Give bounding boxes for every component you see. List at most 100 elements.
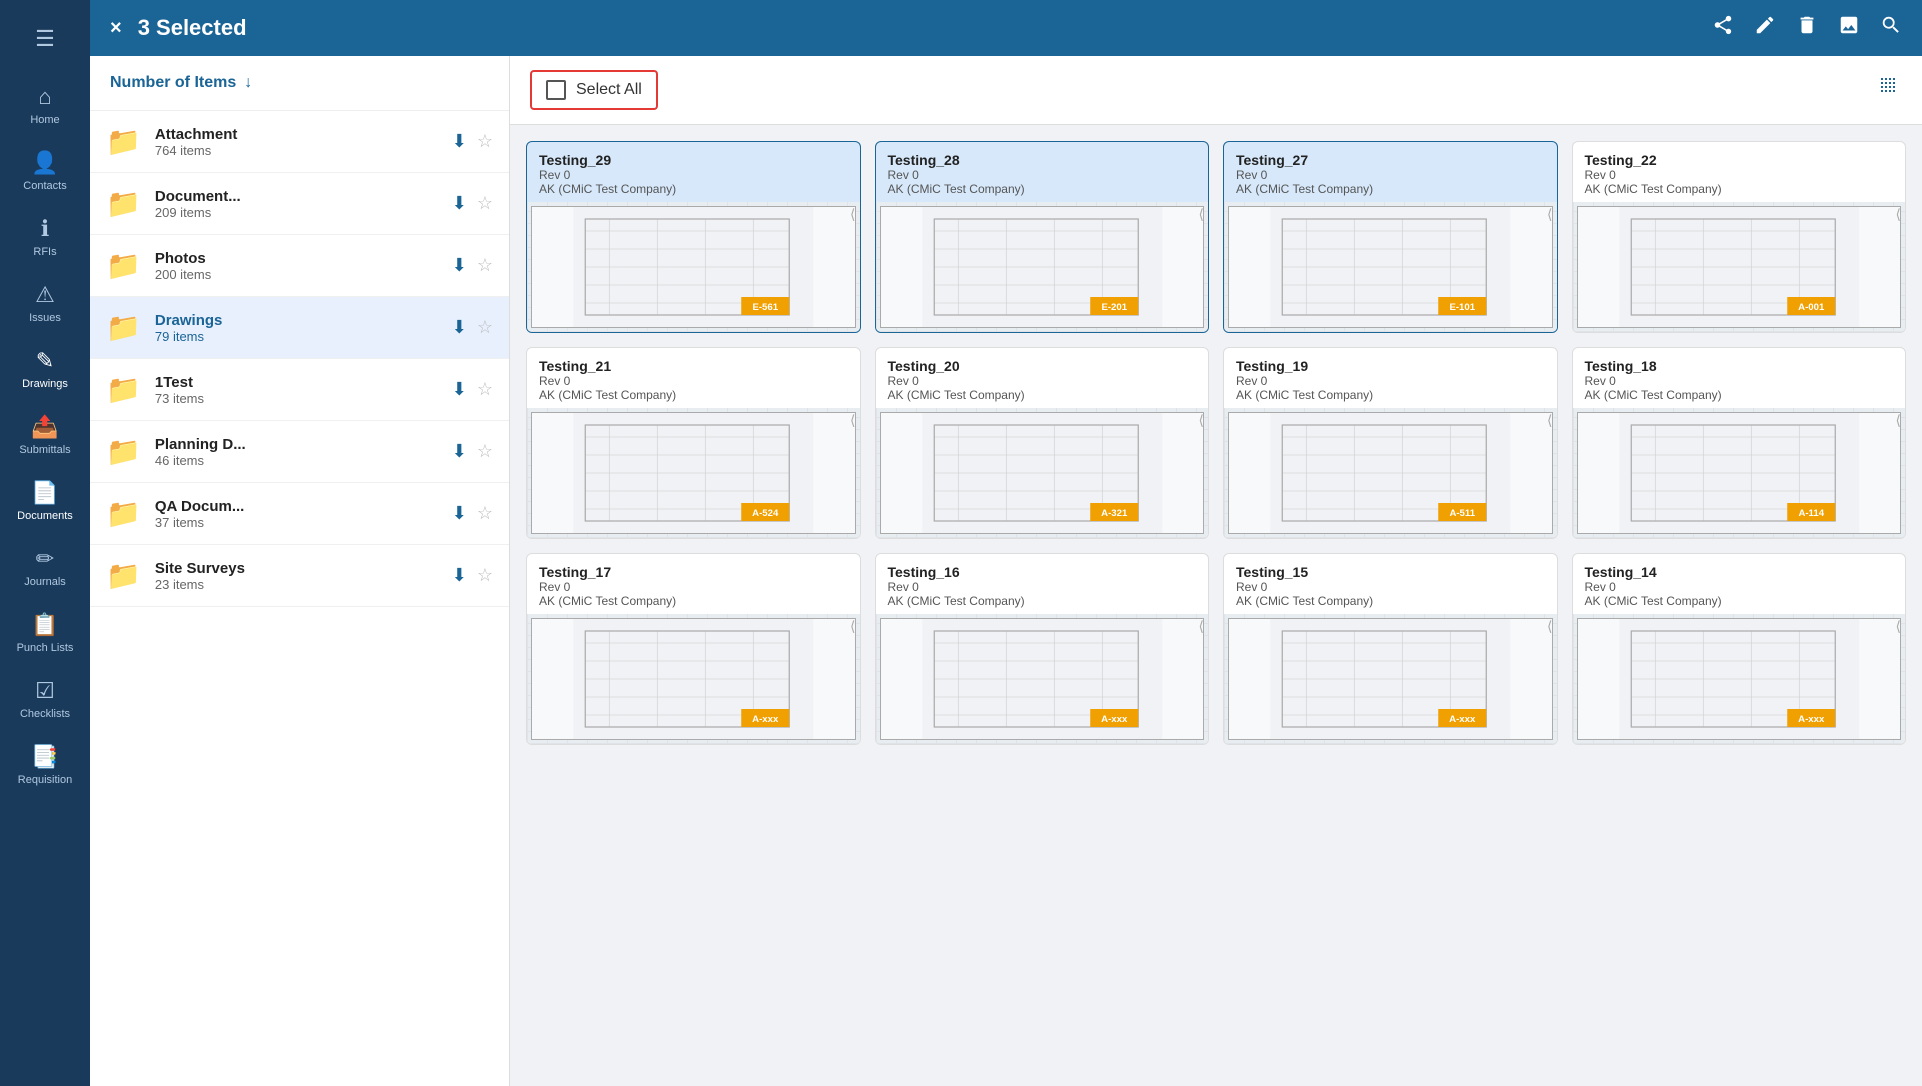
select-all-checkbox[interactable]	[546, 80, 566, 100]
card-t17[interactable]: Testing_17 Rev 0 AK (CMiC Test Company)	[526, 553, 861, 745]
star-icon[interactable]: ☆	[477, 565, 493, 586]
card-t21[interactable]: Testing_21 Rev 0 AK (CMiC Test Company)	[526, 347, 861, 539]
item-actions: ⬇ ☆	[452, 317, 493, 338]
thumb-content: A-xxx	[531, 618, 856, 740]
card-thumbnail: A-xxx ⟨	[527, 614, 860, 744]
card-t28[interactable]: Testing_28 Rev 0 AK (CMiC Test Company)	[875, 141, 1210, 333]
grid-view-icon[interactable]	[1878, 75, 1902, 105]
nav-item-submittals[interactable]: 📤 Submittals	[0, 402, 90, 468]
sidebar: Number of Items ↓ 📁 Attachment 764 items…	[90, 56, 510, 1086]
nav-item-home[interactable]: ⌂ Home	[0, 72, 90, 138]
thumb-inner: A-001 ⟨	[1573, 202, 1906, 332]
card-company: AK (CMiC Test Company)	[1585, 388, 1894, 402]
thumb-content: A-321	[880, 412, 1205, 534]
sidebar-item-sitesurveys[interactable]: 📁 Site Surveys 23 items ⬇ ☆	[90, 545, 509, 607]
image-icon[interactable]	[1838, 14, 1860, 42]
star-icon[interactable]: ☆	[477, 255, 493, 276]
folder-icon: 📁	[106, 435, 141, 468]
card-title: Testing_18	[1585, 358, 1894, 374]
card-t29[interactable]: Testing_29 Rev 0 AK (CMiC Test Company)	[526, 141, 861, 333]
card-thumbnail: E-201 ⟨	[876, 202, 1209, 332]
download-icon[interactable]: ⬇	[452, 317, 467, 338]
drawings-icon: ✎	[36, 348, 54, 374]
nav-item-checklists[interactable]: ☑ Checklists	[0, 666, 90, 732]
select-all-button[interactable]: Select All	[530, 70, 658, 110]
star-icon[interactable]: ☆	[477, 441, 493, 462]
thumb-content: A-xxx	[1577, 618, 1902, 740]
card-header: Testing_29 Rev 0 AK (CMiC Test Company)	[527, 142, 860, 202]
star-icon[interactable]: ☆	[477, 503, 493, 524]
card-rev: Rev 0	[539, 374, 848, 388]
card-thumbnail: E-561 ⟨	[527, 202, 860, 332]
item-actions: ⬇ ☆	[452, 193, 493, 214]
download-icon[interactable]: ⬇	[452, 131, 467, 152]
card-header: Testing_21 Rev 0 AK (CMiC Test Company)	[527, 348, 860, 408]
nav-item-drawings[interactable]: ✎ Drawings	[0, 336, 90, 402]
card-t20[interactable]: Testing_20 Rev 0 AK (CMiC Test Company)	[875, 347, 1210, 539]
sidebar-item-attachment[interactable]: 📁 Attachment 764 items ⬇ ☆	[90, 111, 509, 173]
card-thumbnail: A-xxx ⟨	[1573, 614, 1906, 744]
download-icon[interactable]: ⬇	[452, 503, 467, 524]
thumb-corner-icon: ⟨	[1199, 618, 1204, 635]
thumb-content: A-xxx	[1228, 618, 1553, 740]
card-company: AK (CMiC Test Company)	[1236, 182, 1545, 196]
nav-item-requisition[interactable]: 📑 Requisition	[0, 732, 90, 798]
nav-item-rfis[interactable]: ℹ RFIs	[0, 204, 90, 270]
thumb-corner-icon: ⟨	[1547, 206, 1552, 223]
card-t27[interactable]: Testing_27 Rev 0 AK (CMiC Test Company)	[1223, 141, 1558, 333]
card-t18[interactable]: Testing_18 Rev 0 AK (CMiC Test Company)	[1572, 347, 1907, 539]
close-button[interactable]: ×	[110, 17, 122, 40]
sidebar-item-qadocum[interactable]: 📁 QA Docum... 37 items ⬇ ☆	[90, 483, 509, 545]
sidebar-item-1test[interactable]: 📁 1Test 73 items ⬇ ☆	[90, 359, 509, 421]
item-name: Document...	[155, 188, 438, 205]
nav-label-drawings: Drawings	[22, 378, 68, 390]
nav-item-punchlists[interactable]: 📋 Punch Lists	[0, 600, 90, 666]
item-info: Attachment 764 items	[155, 126, 438, 158]
thumb-corner-icon: ⟨	[850, 412, 855, 429]
sidebar-item-planningd[interactable]: 📁 Planning D... 46 items ⬇ ☆	[90, 421, 509, 483]
nav-item-documents[interactable]: 📄 Documents	[0, 468, 90, 534]
sort-icon[interactable]: ↓	[244, 74, 252, 92]
thumb-content: E-201	[880, 206, 1205, 328]
star-icon[interactable]: ☆	[477, 379, 493, 400]
item-name: QA Docum...	[155, 498, 438, 515]
card-title: Testing_28	[888, 152, 1197, 168]
download-icon[interactable]: ⬇	[452, 565, 467, 586]
requisition-icon: 📑	[31, 744, 58, 770]
left-navigation: ☰ ⌂ Home 👤 Contacts ℹ RFIs ⚠ Issues ✎ Dr…	[0, 0, 90, 1086]
nav-item-contacts[interactable]: 👤 Contacts	[0, 138, 90, 204]
nav-item-issues[interactable]: ⚠ Issues	[0, 270, 90, 336]
punchlists-icon: 📋	[31, 612, 58, 638]
card-t15[interactable]: Testing_15 Rev 0 AK (CMiC Test Company)	[1223, 553, 1558, 745]
card-t16[interactable]: Testing_16 Rev 0 AK (CMiC Test Company)	[875, 553, 1210, 745]
edit-icon[interactable]	[1754, 14, 1776, 42]
download-icon[interactable]: ⬇	[452, 379, 467, 400]
folder-icon: 📁	[106, 311, 141, 344]
card-t19[interactable]: Testing_19 Rev 0 AK (CMiC Test Company)	[1223, 347, 1558, 539]
card-t22[interactable]: Testing_22 Rev 0 AK (CMiC Test Company)	[1572, 141, 1907, 333]
star-icon[interactable]: ☆	[477, 317, 493, 338]
card-company: AK (CMiC Test Company)	[539, 388, 848, 402]
delete-icon[interactable]	[1796, 14, 1818, 42]
share-icon[interactable]	[1712, 14, 1734, 42]
thumb-inner: A-xxx ⟨	[876, 614, 1209, 744]
sidebar-item-drawings[interactable]: 📁 Drawings 79 items ⬇ ☆	[90, 297, 509, 359]
rfis-icon: ℹ	[41, 216, 49, 242]
download-icon[interactable]: ⬇	[452, 255, 467, 276]
card-rev: Rev 0	[1585, 374, 1894, 388]
nav-label-home: Home	[30, 114, 59, 126]
nav-label-checklists: Checklists	[20, 708, 70, 720]
sidebar-item-photos[interactable]: 📁 Photos 200 items ⬇ ☆	[90, 235, 509, 297]
home-icon: ⌂	[38, 84, 51, 110]
card-t14[interactable]: Testing_14 Rev 0 AK (CMiC Test Company)	[1572, 553, 1907, 745]
star-icon[interactable]: ☆	[477, 193, 493, 214]
search-icon[interactable]	[1880, 14, 1902, 42]
download-icon[interactable]: ⬇	[452, 441, 467, 462]
star-icon[interactable]: ☆	[477, 131, 493, 152]
sidebar-item-document[interactable]: 📁 Document... 209 items ⬇ ☆	[90, 173, 509, 235]
hamburger-menu[interactable]: ☰	[35, 12, 55, 72]
nav-label-punchlists: Punch Lists	[17, 642, 74, 654]
thumb-corner-icon: ⟨	[1896, 412, 1901, 429]
download-icon[interactable]: ⬇	[452, 193, 467, 214]
nav-item-journals[interactable]: ✏ Journals	[0, 534, 90, 600]
